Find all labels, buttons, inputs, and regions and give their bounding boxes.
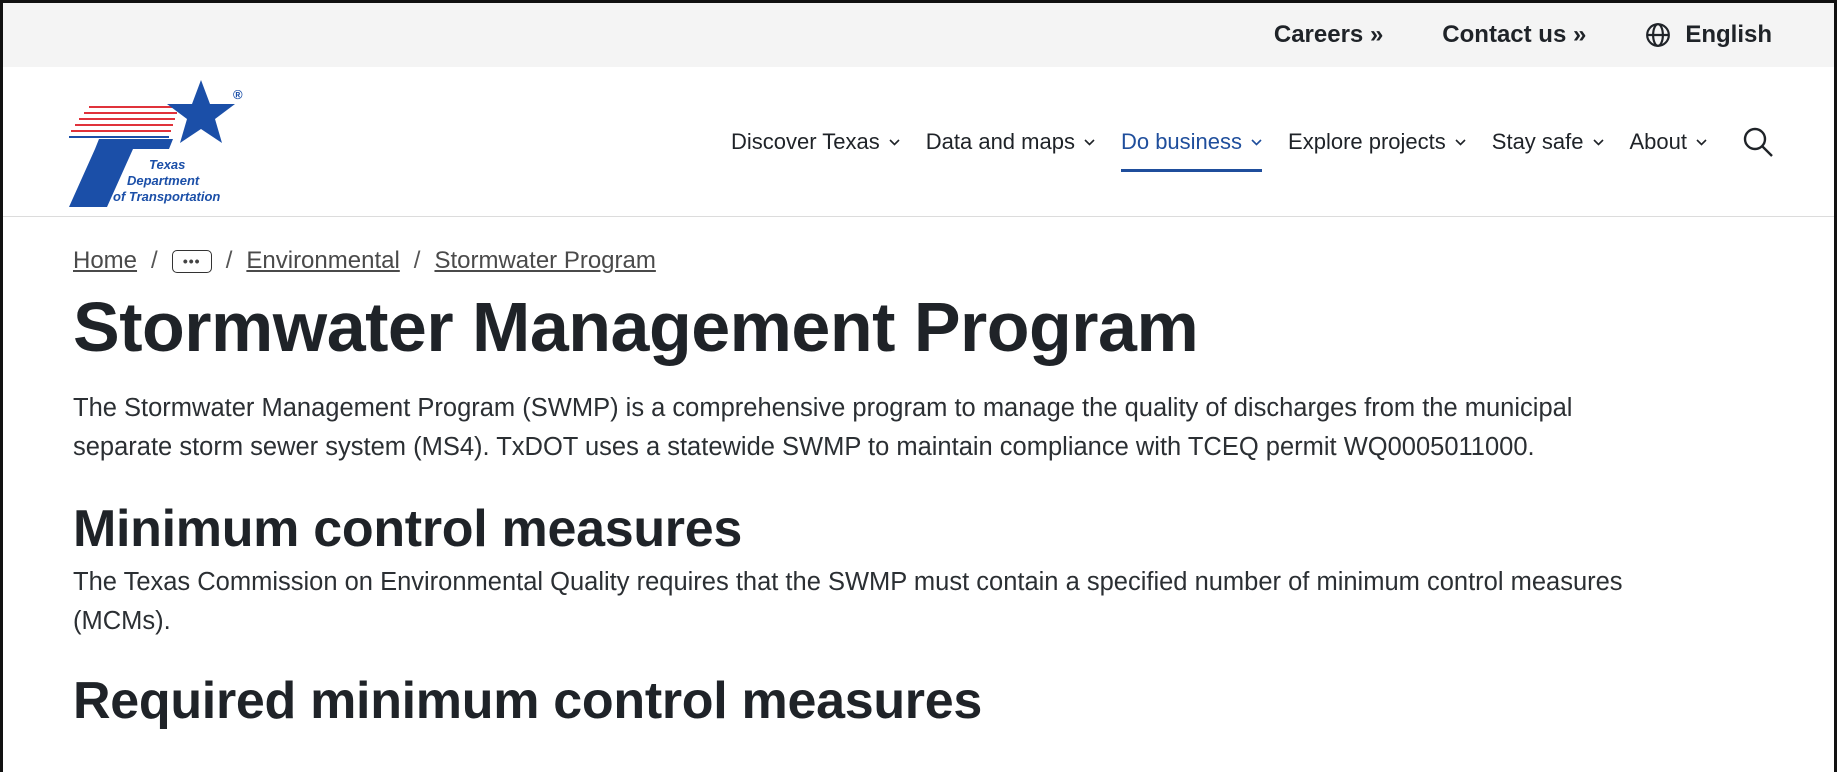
registered-mark: ® bbox=[233, 87, 243, 102]
nav-label: Data and maps bbox=[925, 129, 1075, 154]
utility-bar: Careers » Contact us » English bbox=[3, 3, 1834, 67]
intro-line-1: The Stormwater Management Program (SWMP)… bbox=[73, 394, 1573, 422]
nav-label: Stay safe bbox=[1491, 129, 1584, 154]
globe-icon bbox=[1646, 23, 1671, 47]
intro-line-2: separate storm sewer system (MS4). TxDOT… bbox=[73, 433, 1535, 461]
chevron-down-icon bbox=[1455, 138, 1466, 146]
nav-stay-safe[interactable]: Stay safe bbox=[1479, 67, 1617, 217]
chevron-down-icon bbox=[1251, 138, 1262, 146]
section-paragraph: The Texas Commission on Environmental Qu… bbox=[73, 563, 1774, 641]
breadcrumb-current[interactable]: Stormwater Program bbox=[434, 247, 655, 275]
section-heading-minimum-control-measures: Minimum control measures bbox=[73, 500, 742, 558]
section-line-2: (MCMs). bbox=[73, 607, 171, 635]
chevron-down-icon bbox=[1592, 138, 1604, 146]
nav-label: Do business bbox=[1120, 129, 1243, 154]
logo-text-texas: Texas bbox=[149, 157, 185, 172]
site-header: ® Texas Department of Transportation Dis… bbox=[3, 67, 1834, 217]
txdot-logo[interactable]: ® Texas Department of Transportation bbox=[69, 77, 249, 207]
main-content: Home / ••• / Environmental / Stormwater … bbox=[3, 247, 1834, 731]
breadcrumb-separator: / bbox=[151, 247, 158, 274]
search-icon[interactable] bbox=[1742, 126, 1774, 158]
intro-paragraph: The Stormwater Management Program (SWMP)… bbox=[73, 389, 1774, 467]
breadcrumb-separator: / bbox=[413, 247, 421, 274]
breadcrumb-separator: / bbox=[225, 247, 233, 274]
language-label: English bbox=[1685, 21, 1772, 48]
language-selector[interactable]: English bbox=[1645, 21, 1772, 49]
breadcrumb-environmental[interactable]: Environmental bbox=[246, 247, 399, 275]
nav-do-business[interactable]: Do business bbox=[1108, 67, 1275, 217]
chevron-down-icon bbox=[889, 138, 900, 146]
breadcrumb-home[interactable]: Home bbox=[73, 247, 137, 275]
logo-text-transportation: of Transportation bbox=[113, 189, 220, 204]
page-title: Stormwater Management Program bbox=[73, 288, 1199, 366]
txdot-logo-mark: ® Texas Department of Transportation bbox=[69, 79, 243, 207]
nav-label: Discover Texas bbox=[730, 129, 880, 154]
section-heading-required-measures: Required minimum control measures bbox=[73, 672, 982, 730]
nav-label: About bbox=[1629, 129, 1688, 154]
nav-label: Explore projects bbox=[1288, 129, 1446, 154]
nav-discover-texas[interactable]: Discover Texas bbox=[718, 67, 913, 217]
logo-text-department: Department bbox=[127, 173, 200, 188]
nav-about[interactable]: About bbox=[1617, 67, 1721, 217]
section-line-1: The Texas Commission on Environmental Qu… bbox=[73, 568, 1623, 596]
nav-data-and-maps[interactable]: Data and maps bbox=[913, 67, 1108, 217]
page: Careers » Contact us » English ® Texas D… bbox=[0, 0, 1837, 772]
chevron-down-icon bbox=[1084, 138, 1095, 146]
chevron-down-icon bbox=[1696, 138, 1707, 146]
careers-link[interactable]: Careers » bbox=[1274, 21, 1383, 49]
main-nav: Discover Texas Data and maps Do business… bbox=[718, 67, 1774, 217]
breadcrumb-more-button[interactable]: ••• bbox=[171, 249, 212, 273]
breadcrumb: Home / ••• / Environmental / Stormwater … bbox=[73, 247, 1774, 275]
contact-us-link[interactable]: Contact us » bbox=[1442, 21, 1586, 49]
nav-explore-projects[interactable]: Explore projects bbox=[1275, 67, 1479, 217]
